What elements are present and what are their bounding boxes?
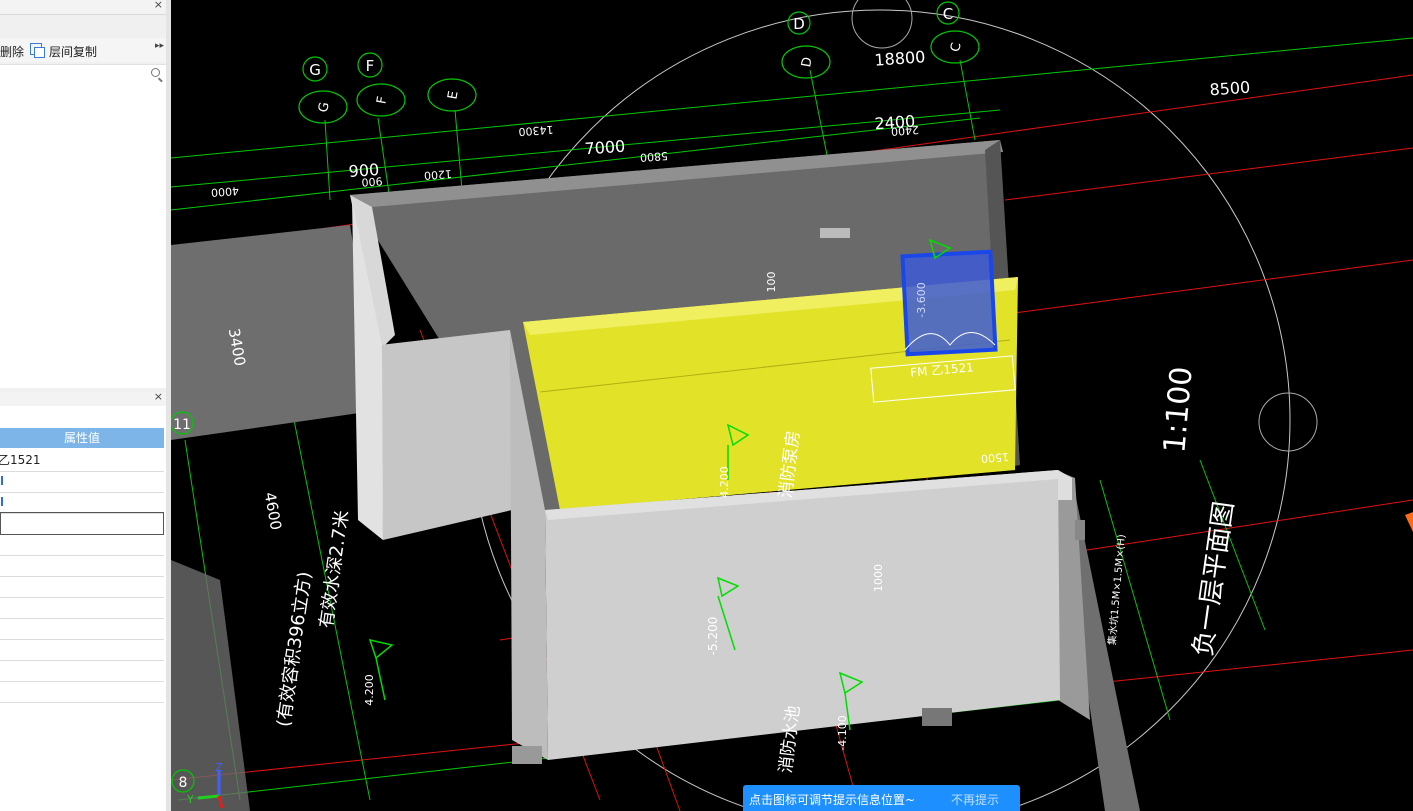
dim-18800: 18800 [874, 47, 926, 70]
dim-4600: 4600 [261, 491, 285, 532]
dim-5800: 5800 [640, 149, 669, 164]
axis-bubble-e: E [445, 90, 461, 101]
dim-4000: 4000 [211, 184, 240, 199]
close-icon[interactable]: × [154, 390, 163, 403]
pool-volume-note: (有效容积396立方) [273, 570, 316, 728]
dim-2400-b: 2400 [891, 123, 920, 138]
axis-bubble-c: C [948, 41, 964, 53]
property-row[interactable] [0, 534, 164, 556]
copy-floor-button[interactable]: 层间复制 [49, 43, 97, 60]
dim-100: 100 [765, 272, 778, 293]
dim-8500: 8500 [1209, 78, 1251, 100]
view-circle-small [1258, 392, 1318, 452]
property-row[interactable] [0, 639, 164, 661]
property-row[interactable] [0, 681, 164, 703]
more-icon[interactable]: ▸▸ [155, 41, 164, 51]
level-4200-b: 4.200 [363, 674, 376, 706]
left-pier [380, 330, 512, 540]
axis-label-g: G [309, 61, 321, 79]
axis-z-label: Z [215, 761, 223, 774]
copy-floor-icon[interactable] [30, 43, 45, 58]
dim-1000: 1000 [872, 564, 885, 592]
dismiss-hint-button[interactable]: 不再提示 [951, 791, 999, 808]
dim-14300: 14300 [518, 123, 554, 138]
axis-label-c: C [943, 5, 953, 23]
axis-bubble-f: F [374, 95, 390, 105]
3d-viewport[interactable]: G F D C 11 8 G F E D C 18800 8500 2400 7… [171, 0, 1413, 811]
pool-note: 有效水深2.7米 [316, 509, 353, 629]
search-input[interactable] [0, 64, 166, 86]
axis-bubble-g: G [316, 101, 333, 114]
axis-y-label: Y [186, 793, 194, 806]
axis-bubble-d: D [799, 56, 816, 68]
delete-button[interactable]: 删除 [0, 43, 24, 60]
hint-bar[interactable]: 点击图标可调节提示信息位置~ 不再提示 [743, 785, 1020, 811]
side-note: 集水坑1.5M×1.5M×(H) [1105, 534, 1128, 646]
property-row[interactable] [0, 618, 164, 640]
property-row[interactable] [0, 660, 164, 682]
scale-label: 1:100 [1157, 365, 1199, 454]
dim-1500: 1500 [981, 450, 1010, 465]
axis-label-f: F [366, 57, 375, 75]
property-row[interactable] [0, 471, 164, 493]
row-label-8: 8 [179, 775, 188, 791]
property-row[interactable]: 乙1521 [0, 450, 164, 472]
property-row[interactable] [0, 555, 164, 577]
dim-900-b: 900 [361, 174, 383, 188]
level-3600: -3.600 [915, 282, 928, 317]
property-row-selected[interactable] [0, 512, 164, 535]
hint-message: 点击图标可调节提示信息位置~ [749, 793, 916, 807]
close-icon[interactable]: × [154, 0, 163, 11]
plan-title: 负一层平面图 [1188, 500, 1239, 659]
axis-label-d: D [793, 15, 805, 33]
component-tree[interactable] [0, 85, 166, 388]
dim-1200: 1200 [424, 167, 453, 182]
property-value-header: 属性值 [0, 428, 164, 448]
toolbar: 删除 层间复制 ▸▸ [0, 38, 166, 62]
left-wall-slab [171, 225, 380, 440]
panel-header-properties: × [0, 390, 166, 407]
property-row[interactable] [0, 576, 164, 598]
panel-header-top: × [0, 0, 166, 15]
level-4100: -4.100 [836, 715, 849, 750]
property-row[interactable] [0, 597, 164, 619]
drawing-canvas[interactable]: G F D C 11 8 G F E D C 18800 8500 2400 7… [171, 0, 1413, 811]
row-label-11: 11 [173, 417, 191, 433]
level-4200: 4.200 [718, 466, 731, 498]
dim-7000: 7000 [584, 137, 626, 159]
property-row[interactable] [0, 492, 164, 514]
left-panel: × 删除 层间复制 ▸▸ × 属性值 乙1521 [0, 0, 170, 811]
view-circle-small [851, 0, 913, 49]
level-5200: -5.200 [706, 617, 720, 656]
search-icon[interactable] [151, 68, 160, 77]
